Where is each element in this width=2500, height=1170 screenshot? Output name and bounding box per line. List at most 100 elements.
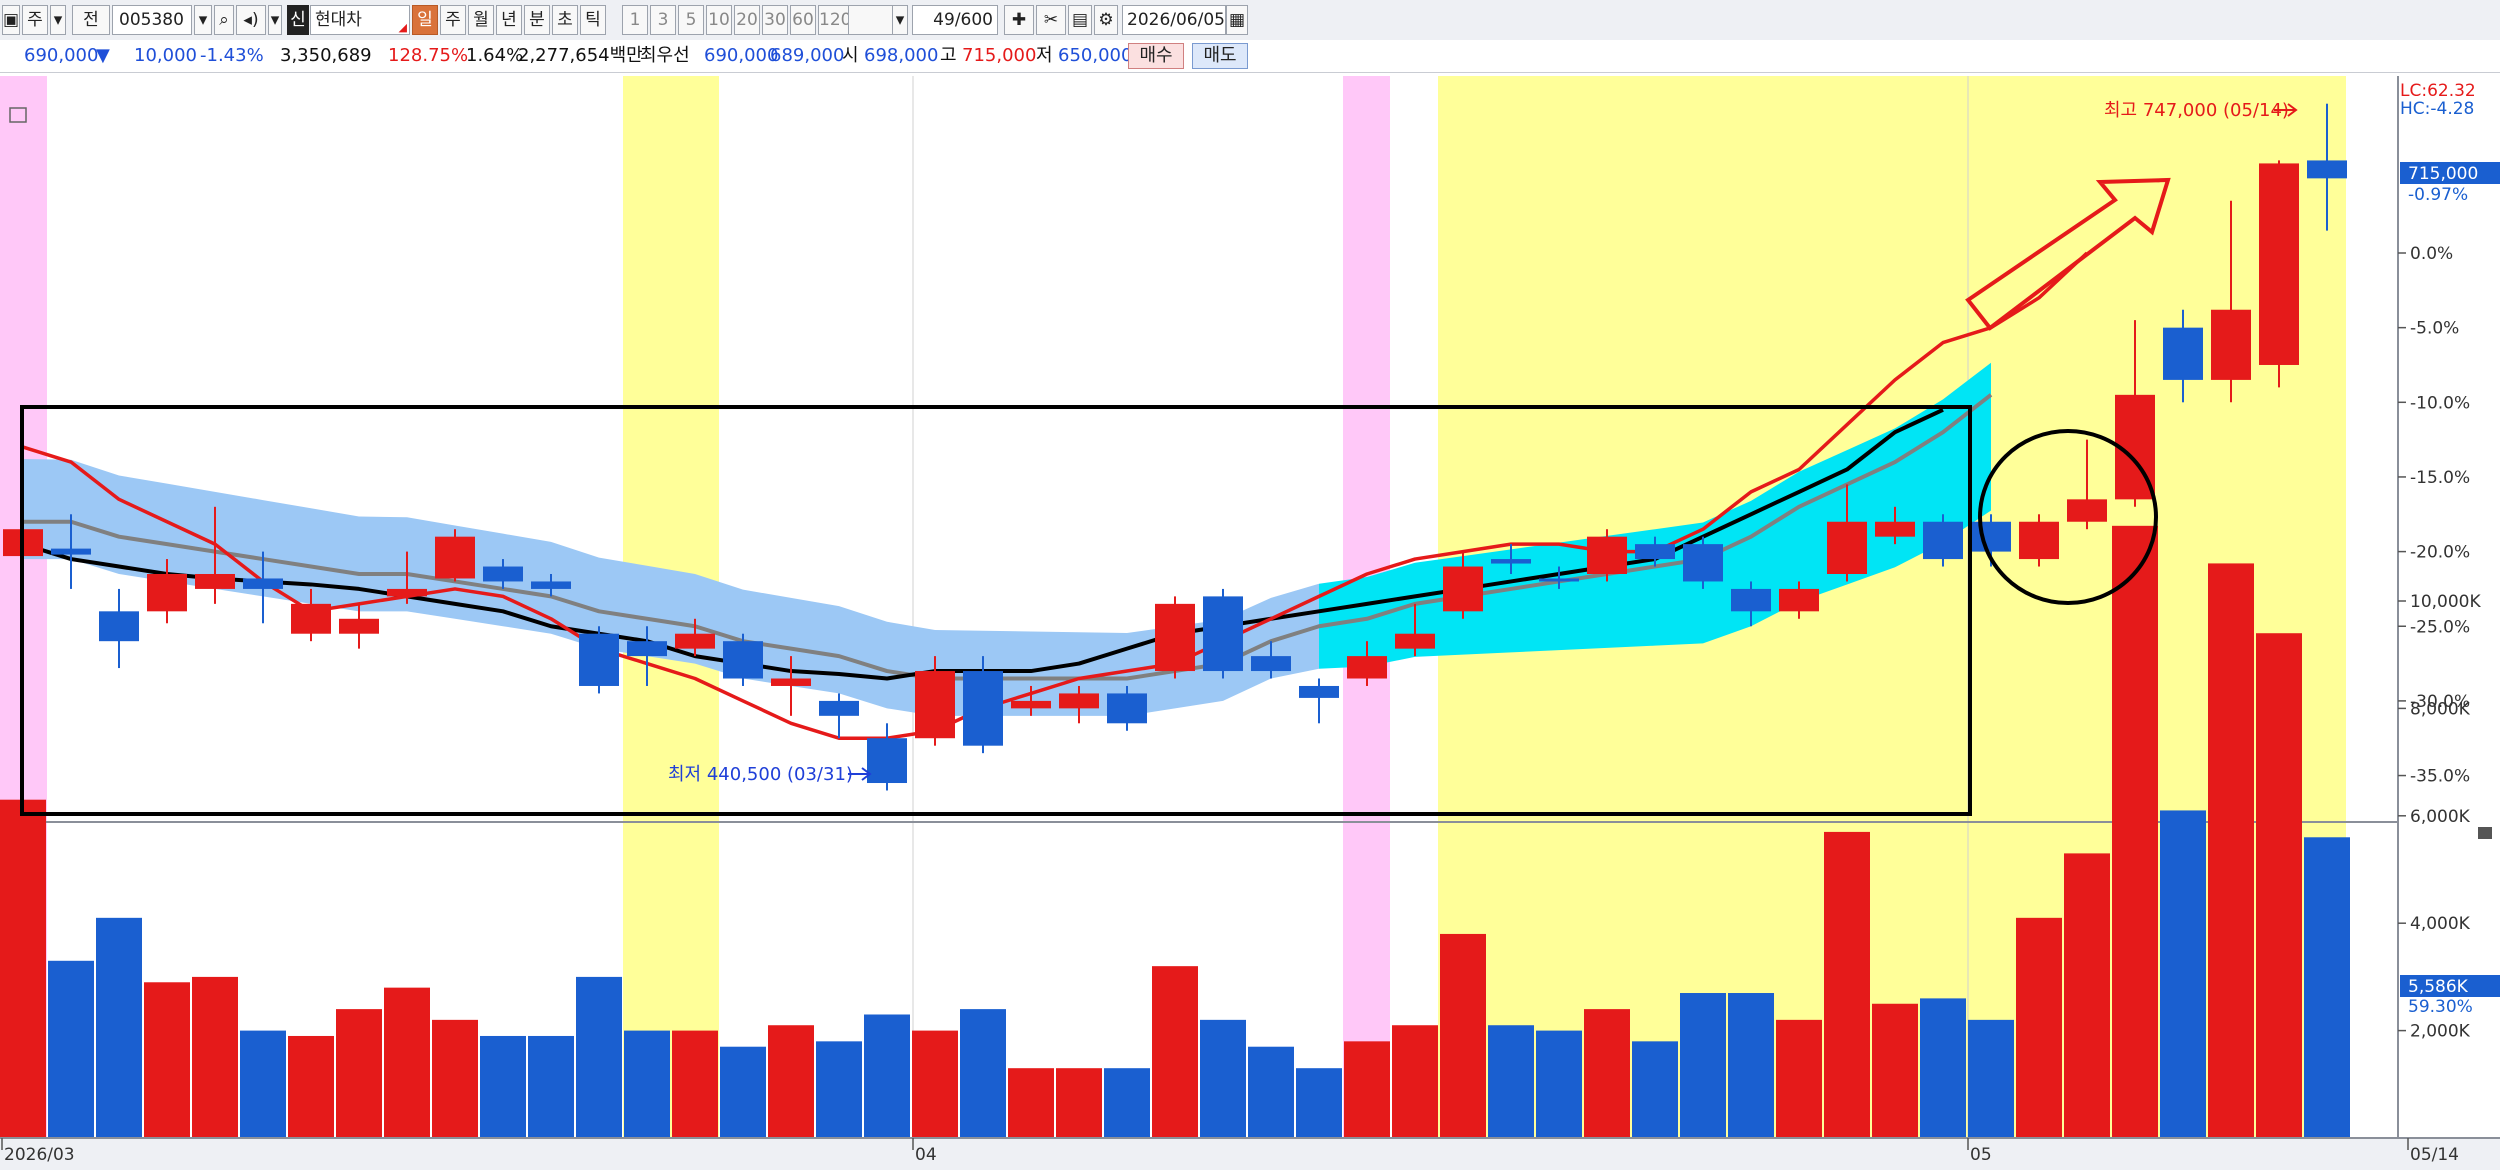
volume-bar bbox=[1344, 1041, 1390, 1138]
candle-body bbox=[771, 678, 811, 686]
candle-body bbox=[2163, 327, 2203, 380]
candle-body bbox=[1155, 603, 1195, 672]
volume-bar bbox=[192, 976, 238, 1138]
price-tick-label: -25.0% bbox=[2410, 617, 2470, 637]
volume-bar bbox=[1728, 993, 1774, 1138]
volume-bar bbox=[1824, 831, 1870, 1138]
volume-bar bbox=[336, 1009, 382, 1138]
candle-body bbox=[1107, 693, 1147, 724]
candle-body bbox=[2067, 499, 2107, 522]
volume-bar bbox=[864, 1014, 910, 1138]
candle-body bbox=[339, 618, 379, 634]
candle-body bbox=[1059, 693, 1099, 709]
date-axis-bg bbox=[0, 1138, 2500, 1170]
volume-bar bbox=[960, 1009, 1006, 1138]
candle-body bbox=[195, 573, 235, 589]
volume-bar bbox=[1392, 1025, 1438, 1138]
max-price-label: 최고 747,000 (05/14) bbox=[2104, 100, 2289, 121]
candle-body bbox=[1347, 656, 1387, 679]
candle-body bbox=[1923, 521, 1963, 560]
price-tick-label: -10.0% bbox=[2410, 393, 2470, 413]
price-chart[interactable]: 0.0%-5.0%-10.0%-15.0%-20.0%-25.0%-30.0%-… bbox=[0, 0, 2500, 1170]
candle-body bbox=[915, 671, 955, 739]
volume-bar bbox=[0, 799, 46, 1138]
volume-bar bbox=[144, 982, 190, 1138]
candle-body bbox=[627, 641, 667, 657]
candle-body bbox=[1395, 633, 1435, 649]
candle-body bbox=[1587, 536, 1627, 574]
candle-body bbox=[1443, 566, 1483, 612]
date-label: 2026/03 bbox=[4, 1145, 75, 1165]
volume-bar bbox=[1968, 1019, 2014, 1138]
candle-body bbox=[1971, 521, 2011, 552]
candle-body bbox=[963, 671, 1003, 746]
candle-body bbox=[291, 603, 331, 634]
candle-body bbox=[531, 581, 571, 589]
volume-bar bbox=[768, 1025, 814, 1138]
candle-body bbox=[579, 633, 619, 686]
price-tick-label: -35.0% bbox=[2410, 767, 2470, 787]
date-label: 04 bbox=[915, 1145, 937, 1165]
candle-body bbox=[243, 578, 283, 589]
hc-label: HC:-4.28 bbox=[2400, 99, 2474, 119]
volume-tick-label: 6,000K bbox=[2410, 807, 2471, 827]
volume-bar bbox=[2256, 633, 2302, 1138]
volume-bar bbox=[1056, 1068, 1102, 1138]
candle-body bbox=[675, 633, 715, 649]
volume-tick-label: 8,000K bbox=[2410, 699, 2471, 719]
current-price-label: 715,000 bbox=[2408, 164, 2478, 184]
volume-bar bbox=[288, 1035, 334, 1138]
volume-bar bbox=[2064, 853, 2110, 1138]
candle-body bbox=[2019, 521, 2059, 560]
current-volume-label: 5,586K bbox=[2408, 977, 2469, 997]
min-price-label: 최저 440,500 (03/31) bbox=[668, 764, 853, 785]
volume-bar bbox=[1488, 1025, 1534, 1138]
candle-body bbox=[1299, 685, 1339, 698]
volume-bar bbox=[1584, 1009, 1630, 1138]
volume-bar bbox=[1152, 966, 1198, 1138]
candle-body bbox=[1731, 588, 1771, 612]
volume-tick-label: 2,000K bbox=[2410, 1022, 2471, 1042]
candle-body bbox=[387, 588, 427, 597]
volume-bar bbox=[720, 1046, 766, 1138]
volume-bar bbox=[1104, 1068, 1150, 1138]
volume-bar bbox=[624, 1030, 670, 1138]
volume-bar bbox=[1536, 1030, 1582, 1138]
price-tick-label: 0.0% bbox=[2410, 244, 2453, 264]
candle-body bbox=[1875, 521, 1915, 537]
candle-body bbox=[2211, 309, 2251, 380]
candle-body bbox=[2307, 160, 2347, 179]
minimize-icon bbox=[2478, 827, 2492, 839]
candle-body bbox=[147, 573, 187, 612]
price-tick-label: -20.0% bbox=[2410, 543, 2470, 563]
volume-bar bbox=[672, 1030, 718, 1138]
current-volume-pct: 59.30% bbox=[2408, 997, 2473, 1017]
candle-body bbox=[1203, 596, 1243, 672]
candle-body bbox=[1779, 588, 1819, 612]
volume-bar bbox=[1776, 1019, 1822, 1138]
candle-body bbox=[483, 566, 523, 582]
volume-bar bbox=[1440, 933, 1486, 1138]
date-label: 05 bbox=[1970, 1145, 1992, 1165]
volume-bar bbox=[384, 987, 430, 1138]
volume-tick-label: 10,000K bbox=[2410, 592, 2481, 612]
volume-tick-label: 4,000K bbox=[2410, 914, 2471, 934]
volume-bar bbox=[1632, 1041, 1678, 1138]
volume-bar bbox=[1248, 1046, 1294, 1138]
candle-body bbox=[51, 548, 91, 555]
volume-bar bbox=[480, 1035, 526, 1138]
volume-bar bbox=[96, 917, 142, 1138]
current-pct-label: -0.97% bbox=[2408, 185, 2468, 205]
volume-bar bbox=[1200, 1019, 1246, 1138]
volume-bar bbox=[432, 1019, 478, 1138]
candle-body bbox=[1539, 578, 1579, 582]
volume-bar bbox=[528, 1035, 574, 1138]
volume-bar bbox=[816, 1041, 862, 1138]
candle-body bbox=[1491, 559, 1531, 564]
candle-body bbox=[819, 700, 859, 716]
volume-bar bbox=[1680, 993, 1726, 1138]
volume-bar bbox=[1008, 1068, 1054, 1138]
volume-bar bbox=[2112, 525, 2158, 1138]
volume-bar bbox=[48, 960, 94, 1138]
candle-body bbox=[2259, 163, 2299, 365]
